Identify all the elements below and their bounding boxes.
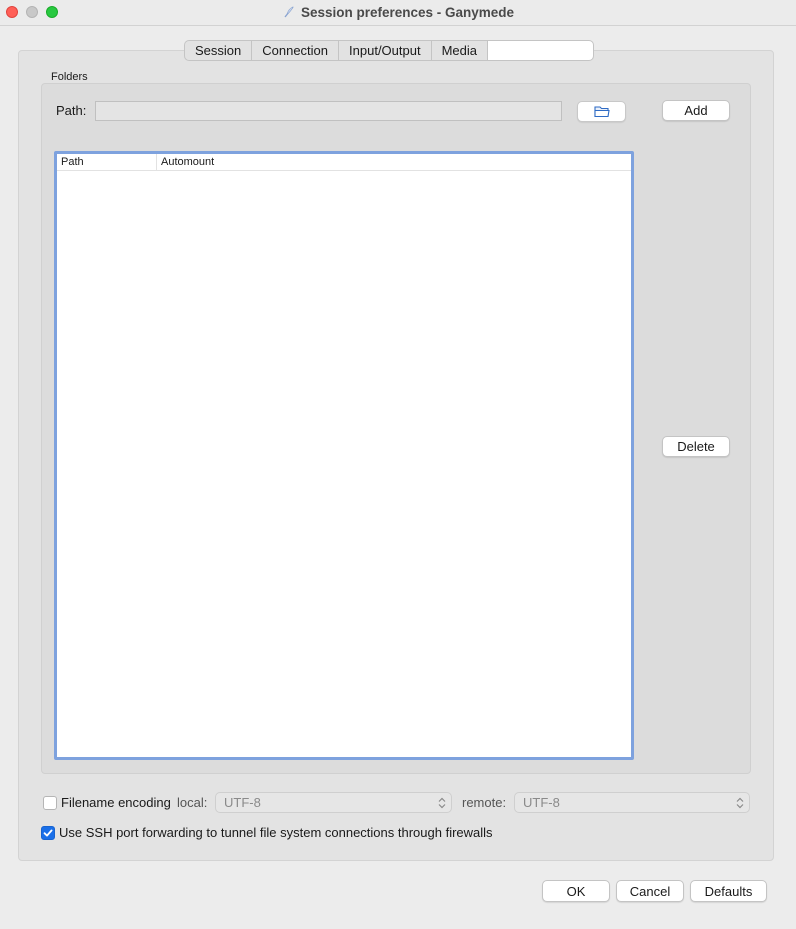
remote-encoding-select[interactable]: UTF-8 [514,792,750,813]
local-encoding-label: local: [177,795,208,810]
remote-encoding-label: remote: [462,795,507,810]
local-encoding-value: UTF-8 [224,795,261,810]
title-bar: Session preferences - Ganymede [0,0,796,26]
folders-list[interactable]: Path Automount [54,151,634,760]
folders-group-label: Folders [51,71,88,83]
tab-input-output[interactable]: Input/Output [338,40,431,61]
browse-folder-button[interactable] [577,101,626,122]
tab-connection[interactable]: Connection [251,40,339,61]
select-arrows-icon [438,797,446,809]
path-input[interactable] [95,101,562,121]
tab-selected-current[interactable] [487,40,595,61]
filename-encoding-checkbox[interactable] [43,796,57,810]
ssh-forwarding-checkbox[interactable] [41,826,55,840]
cancel-button[interactable]: Cancel [616,880,684,902]
local-encoding-select[interactable]: UTF-8 [215,792,452,813]
folder-open-icon [593,106,610,118]
ssh-forwarding-label: Use SSH port forwarding to tunnel file s… [59,825,493,840]
folders-list-header: Path Automount [57,154,631,171]
select-arrows-icon [736,797,744,809]
filename-encoding-label: Filename encoding [61,795,171,810]
remote-encoding-value: UTF-8 [523,795,560,810]
app-feather-icon [284,6,294,18]
column-header-automount[interactable]: Automount [157,154,631,170]
add-button[interactable]: Add [662,100,730,121]
ok-button[interactable]: OK [542,880,610,902]
window-title-group: Session preferences - Ganymede [0,0,796,24]
delete-button[interactable]: Delete [662,436,730,457]
column-header-path[interactable]: Path [57,154,157,170]
tab-session[interactable]: Session [184,40,252,61]
path-label: Path: [56,103,87,118]
window-title: Session preferences - Ganymede [300,4,515,20]
defaults-button[interactable]: Defaults [690,880,767,902]
tab-bar: Session Connection Input/Output Media [184,40,595,61]
tab-media[interactable]: Media [430,40,488,61]
checkmark-icon [43,829,53,837]
